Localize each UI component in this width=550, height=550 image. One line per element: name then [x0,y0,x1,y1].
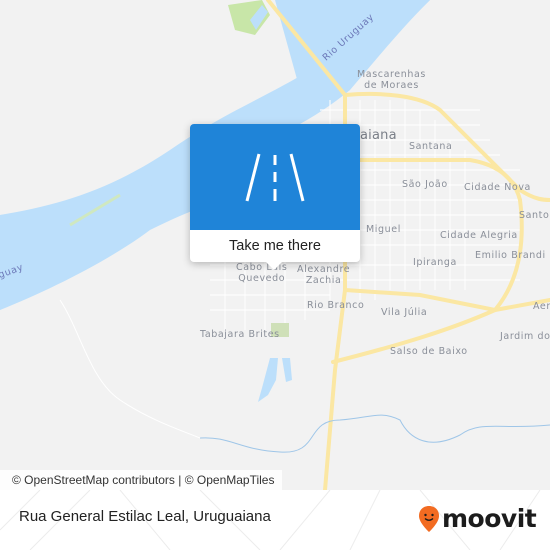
road-icon [245,153,305,202]
map-view[interactable]: Rio Uruguay guay Mascarenhas de Moraes a… [0,0,550,490]
label-mascarenhas: Mascarenhas de Moraes [357,69,426,91]
label-tabajara-brites: Tabajara Brites [200,329,280,340]
brand-name: moovit [442,504,537,533]
label-jardim: Jardim do [500,331,550,342]
lake [258,358,292,402]
directions-popup[interactable]: Take me there [190,124,360,270]
moovit-pin-icon [419,505,439,532]
popup-pointer [266,262,282,270]
label-emilio-brandi: Emilio Brandi [475,250,546,261]
label-aer: Aer [533,301,550,312]
label-santana: Santana [409,141,453,152]
label-miguel: Miguel [366,224,401,235]
label-sao-joao: São João [402,179,448,190]
label-alexandre-zachia: Alexandre Zachia [297,264,351,286]
map-attribution[interactable]: © OpenStreetMap contributors | © OpenMap… [0,470,283,490]
label-city: aiana [360,128,397,143]
label-vila-julia: Vila Júlia [381,307,428,318]
take-me-there-button[interactable]: Take me there [190,230,360,262]
footer-bar: Rua General Estilac Leal, Uruguaiana moo… [0,490,550,550]
label-santo: Santo [519,210,550,221]
stream [199,414,550,453]
label-rio-branco: Rio Branco [307,300,365,311]
label-ipiranga: Ipiranga [413,257,457,268]
location-title: Rua General Estilac Leal, Uruguaiana [19,508,271,525]
label-cidade-alegria: Cidade Alegria [440,230,518,241]
label-cidade-nova: Cidade Nova [464,182,531,193]
popup-header[interactable] [190,124,360,230]
label-salso-de-baixo: Salso de Baixo [390,346,468,357]
moovit-logo[interactable]: moovit [418,504,537,533]
